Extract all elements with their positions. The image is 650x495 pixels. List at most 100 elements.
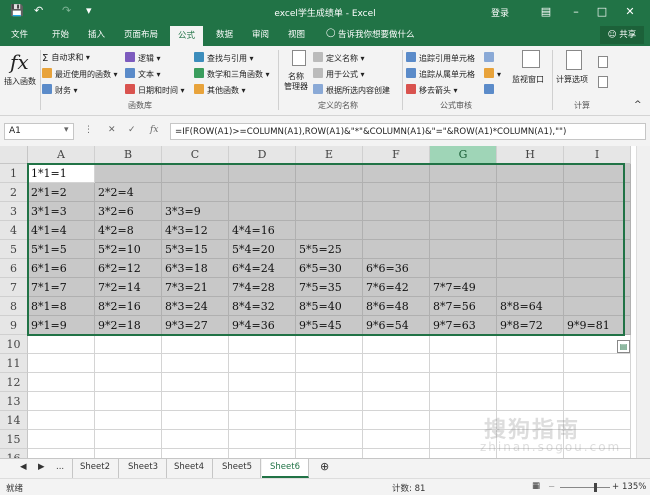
cell[interactable] — [430, 259, 497, 278]
quick-analysis-icon[interactable]: ▤ — [617, 340, 630, 353]
cell[interactable] — [363, 202, 430, 221]
cell[interactable]: 2*1=2 — [28, 183, 95, 202]
cell[interactable]: 3*1=3 — [28, 202, 95, 221]
cell[interactable]: 8*8=64 — [497, 297, 564, 316]
cell[interactable] — [296, 392, 363, 411]
cell[interactable]: 9*8=72 — [497, 316, 564, 335]
cell[interactable] — [564, 354, 631, 373]
cancel-icon[interactable]: ✕ — [108, 125, 116, 135]
calculate-now-icon[interactable] — [598, 56, 608, 68]
insert-fx-icon[interactable]: fx — [150, 125, 158, 135]
cell[interactable] — [430, 354, 497, 373]
cell[interactable] — [162, 335, 229, 354]
zoom-slider-thumb[interactable] — [594, 483, 597, 492]
cell[interactable] — [162, 164, 229, 183]
autosum-button[interactable]: Σ 自动求和 ▾ — [42, 52, 90, 64]
cell[interactable] — [28, 373, 95, 392]
cell[interactable] — [162, 354, 229, 373]
cell[interactable] — [229, 430, 296, 449]
cell[interactable] — [162, 411, 229, 430]
row-header[interactable]: 1 — [0, 164, 28, 183]
minimize-icon[interactable]: – — [566, 3, 586, 21]
calc-options-button[interactable]: 计算选项 — [556, 74, 588, 85]
cell[interactable]: 8*5=40 — [296, 297, 363, 316]
share-button[interactable]: ☺ 共享 — [600, 26, 644, 44]
cell[interactable] — [497, 278, 564, 297]
cell[interactable] — [497, 240, 564, 259]
cell[interactable] — [296, 373, 363, 392]
row-header[interactable]: 2 — [0, 183, 28, 202]
cell[interactable] — [95, 392, 162, 411]
cell[interactable] — [229, 164, 296, 183]
sheet-tab-sheet5[interactable]: Sheet5 — [214, 459, 261, 478]
row-header[interactable]: 9 — [0, 316, 28, 335]
cell[interactable] — [363, 335, 430, 354]
cell[interactable]: 7*1=7 — [28, 278, 95, 297]
cell[interactable] — [296, 411, 363, 430]
cell[interactable] — [229, 449, 296, 458]
zoom-in-icon[interactable]: + — [612, 482, 619, 492]
trace-precedents-button[interactable]: 追踪引用单元格 — [406, 52, 475, 64]
cell[interactable] — [564, 164, 631, 183]
cell[interactable] — [497, 335, 564, 354]
cell[interactable] — [95, 449, 162, 458]
cell[interactable] — [229, 411, 296, 430]
cell[interactable] — [430, 221, 497, 240]
ribbon-display-icon[interactable]: ▤ — [536, 3, 556, 21]
cell[interactable] — [162, 373, 229, 392]
row-header[interactable]: 11 — [0, 354, 28, 373]
row-header[interactable]: 13 — [0, 392, 28, 411]
column-header-e[interactable]: E — [296, 146, 363, 164]
cell[interactable]: 7*5=35 — [296, 278, 363, 297]
cell[interactable] — [363, 430, 430, 449]
cell[interactable] — [28, 449, 95, 458]
cell[interactable]: 8*2=16 — [95, 297, 162, 316]
cell[interactable] — [497, 164, 564, 183]
cell[interactable]: 5*3=15 — [162, 240, 229, 259]
row-header[interactable]: 3 — [0, 202, 28, 221]
cell[interactable] — [296, 430, 363, 449]
sheet-tab-more[interactable]: ... — [48, 459, 74, 478]
cell[interactable]: 9*7=63 — [430, 316, 497, 335]
cell[interactable]: 8*1=8 — [28, 297, 95, 316]
cell[interactable] — [296, 354, 363, 373]
cell[interactable] — [296, 335, 363, 354]
tab-view[interactable]: 视图 — [288, 28, 305, 40]
cell[interactable]: 6*4=24 — [229, 259, 296, 278]
cell[interactable]: 9*6=54 — [363, 316, 430, 335]
cell[interactable]: 5*5=25 — [296, 240, 363, 259]
row-header[interactable]: 16 — [0, 449, 28, 458]
cell[interactable] — [564, 278, 631, 297]
cell[interactable]: 8*6=48 — [363, 297, 430, 316]
cell[interactable] — [363, 392, 430, 411]
sheet-tab-sheet4[interactable]: Sheet4 — [166, 459, 213, 478]
create-from-selection-button[interactable]: 根据所选内容创建 — [313, 84, 390, 96]
cell[interactable] — [497, 202, 564, 221]
cell[interactable] — [497, 183, 564, 202]
text-button[interactable]: 文本 ▾ — [125, 68, 161, 80]
row-header[interactable]: 14 — [0, 411, 28, 430]
cell[interactable] — [296, 449, 363, 458]
cell[interactable]: 6*6=36 — [363, 259, 430, 278]
cell[interactable]: 7*2=14 — [95, 278, 162, 297]
column-header-c[interactable]: C — [162, 146, 229, 164]
cell[interactable] — [564, 373, 631, 392]
cell[interactable] — [363, 221, 430, 240]
vertical-scrollbar[interactable] — [636, 146, 650, 458]
cell[interactable]: 4*1=4 — [28, 221, 95, 240]
cell[interactable] — [296, 202, 363, 221]
cell[interactable]: 6*3=18 — [162, 259, 229, 278]
sheet-tab-sheet6[interactable]: Sheet6 — [262, 459, 309, 478]
cell[interactable]: 7*7=49 — [430, 278, 497, 297]
tab-data[interactable]: 数据 — [216, 28, 233, 40]
cell[interactable] — [497, 259, 564, 278]
recent-functions-button[interactable]: 最近使用的函数 ▾ — [42, 68, 118, 80]
cell[interactable] — [95, 354, 162, 373]
cell[interactable] — [95, 373, 162, 392]
cell[interactable] — [162, 449, 229, 458]
cell[interactable] — [564, 183, 631, 202]
column-header-g[interactable]: G — [430, 146, 497, 164]
cell[interactable] — [28, 411, 95, 430]
cell[interactable] — [564, 259, 631, 278]
cell[interactable]: 6*2=12 — [95, 259, 162, 278]
